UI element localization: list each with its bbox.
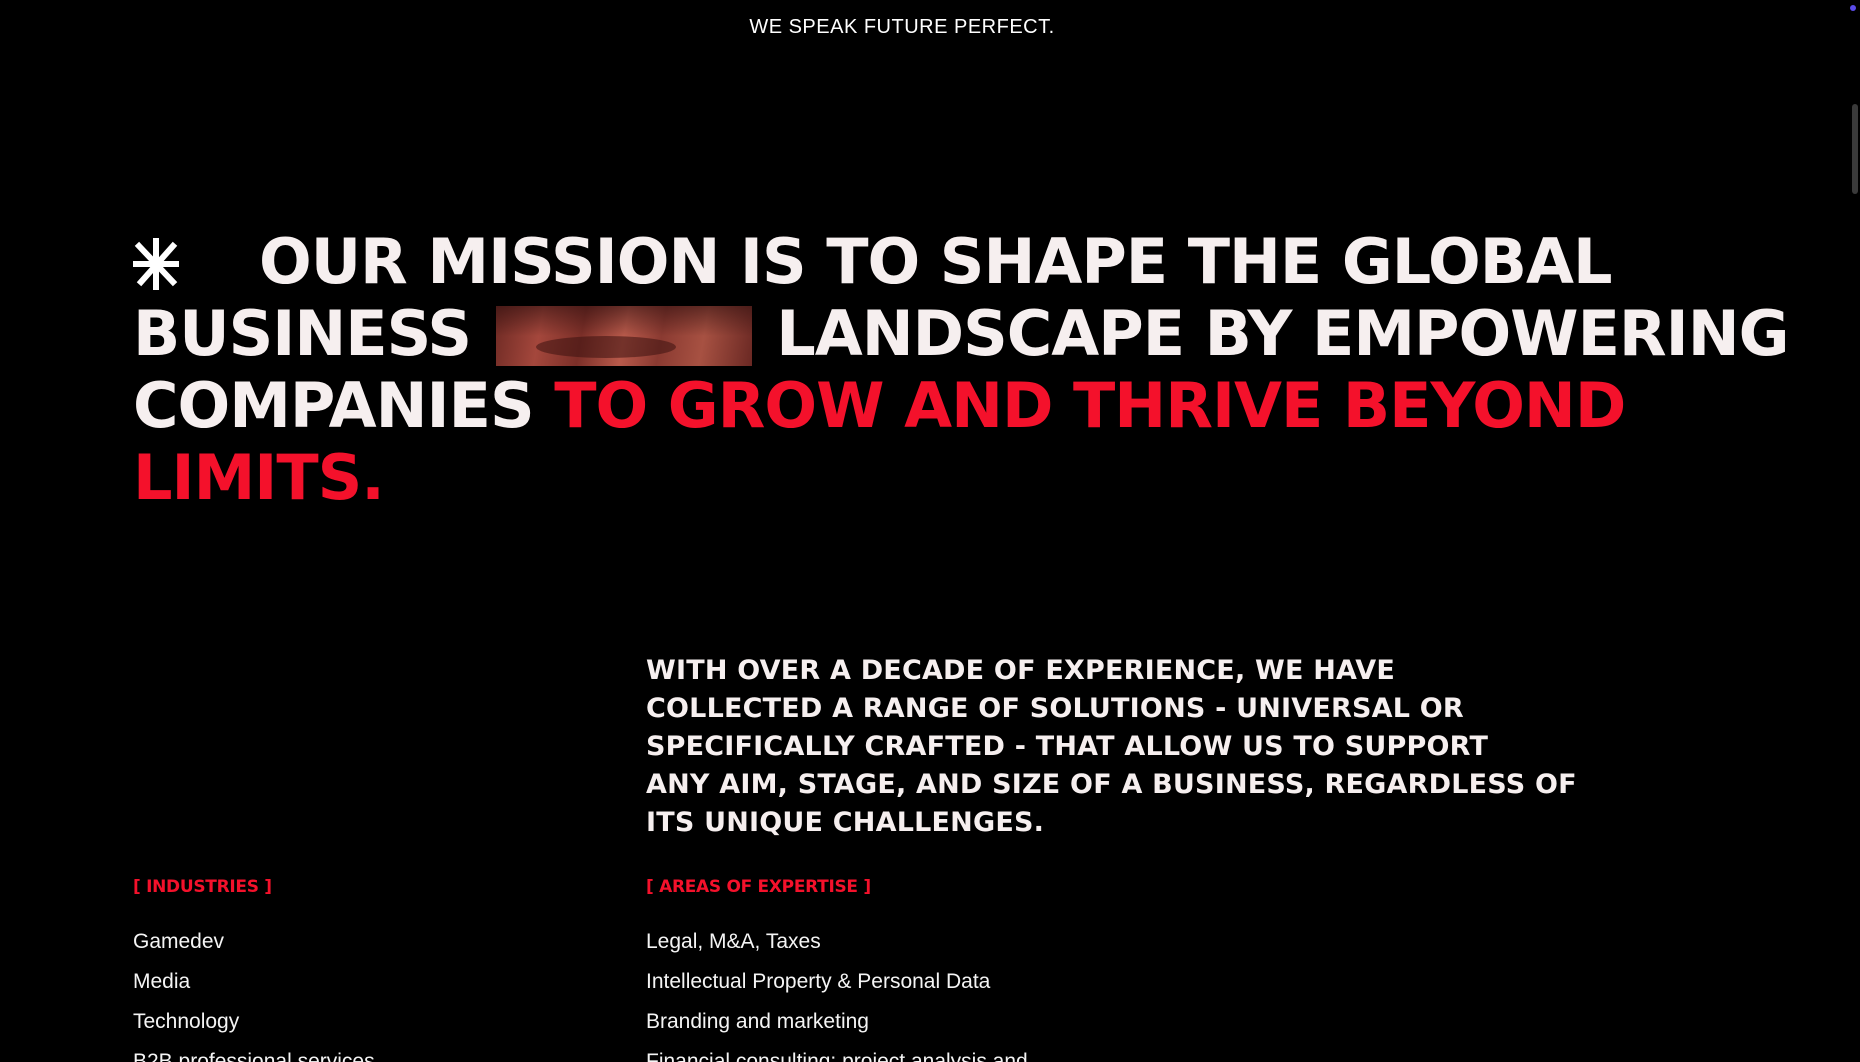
industry-item-media[interactable]: Media bbox=[133, 962, 375, 1002]
experience-line: ANY AIM, STAGE, AND SIZE OF A BUSINESS, … bbox=[646, 769, 1577, 800]
industry-item-technology[interactable]: Technology bbox=[133, 1002, 375, 1042]
expertise-label: [ AREAS OF EXPERTISE ] bbox=[646, 877, 871, 897]
industries-label: [ INDUSTRIES ] bbox=[133, 877, 272, 897]
mission-line-3: COMPANIES TO GROW AND THRIVE BEYOND bbox=[133, 370, 1693, 442]
experience-paragraph: WITH OVER A DECADE OF EXPERIENCE, WE HAV… bbox=[646, 652, 1577, 842]
expertise-item-legal[interactable]: Legal, M&A, Taxes bbox=[646, 922, 1028, 962]
experience-line: COLLECTED A RANGE OF SOLUTIONS - UNIVERS… bbox=[646, 693, 1464, 724]
mission-line-1: OUR MISSION IS TO SHAPE THE GLOBAL bbox=[133, 226, 1693, 298]
scrollbar-thumb[interactable] bbox=[1852, 104, 1858, 194]
industries-list: Gamedev Media Technology B2B professiona… bbox=[133, 922, 375, 1062]
mission-statement: OUR MISSION IS TO SHAPE THE GLOBAL BUSIN… bbox=[133, 226, 1790, 514]
industry-item-b2b[interactable]: B2B professional services bbox=[133, 1042, 375, 1062]
mission-line-2-after: LANDSCAPE BY EMPOWERING bbox=[776, 297, 1789, 370]
starburst-logo-icon bbox=[133, 238, 179, 290]
expertise-item-financial[interactable]: Financial consulting: project analysis a… bbox=[646, 1042, 1028, 1062]
expertise-item-ip[interactable]: Intellectual Property & Personal Data bbox=[646, 962, 1028, 1002]
mission-line-3-plain: COMPANIES bbox=[133, 369, 535, 442]
experience-line: SPECIFICALLY CRAFTED - THAT ALLOW US TO … bbox=[646, 731, 1489, 762]
expertise-list: Legal, M&A, Taxes Intellectual Property … bbox=[646, 922, 1028, 1062]
mission-line-4-accent: LIMITS. bbox=[133, 441, 385, 514]
industry-item-gamedev[interactable]: Gamedev bbox=[133, 922, 375, 962]
page: WE SPEAK FUTURE PERFECT. OUR MISSION IS … bbox=[0, 0, 1860, 1062]
landscape-inline-image bbox=[495, 306, 752, 366]
tagline: WE SPEAK FUTURE PERFECT. bbox=[749, 16, 1055, 38]
expertise-item-branding[interactable]: Branding and marketing bbox=[646, 1002, 1028, 1042]
mission-line-2-before: BUSINESS bbox=[133, 297, 472, 370]
indicator-dot bbox=[1850, 5, 1856, 11]
mission-line-3-accent: TO GROW AND THRIVE BEYOND bbox=[554, 369, 1626, 442]
experience-line: WITH OVER A DECADE OF EXPERIENCE, WE HAV… bbox=[646, 655, 1396, 686]
mission-line-2: BUSINESS LANDSCAPE BY EMPOWERING bbox=[133, 297, 1790, 370]
vertical-scrollbar[interactable] bbox=[1848, 0, 1860, 1062]
mission-line-1-text: OUR MISSION IS TO SHAPE THE GLOBAL bbox=[259, 225, 1612, 298]
experience-line: ITS UNIQUE CHALLENGES. bbox=[646, 807, 1045, 838]
